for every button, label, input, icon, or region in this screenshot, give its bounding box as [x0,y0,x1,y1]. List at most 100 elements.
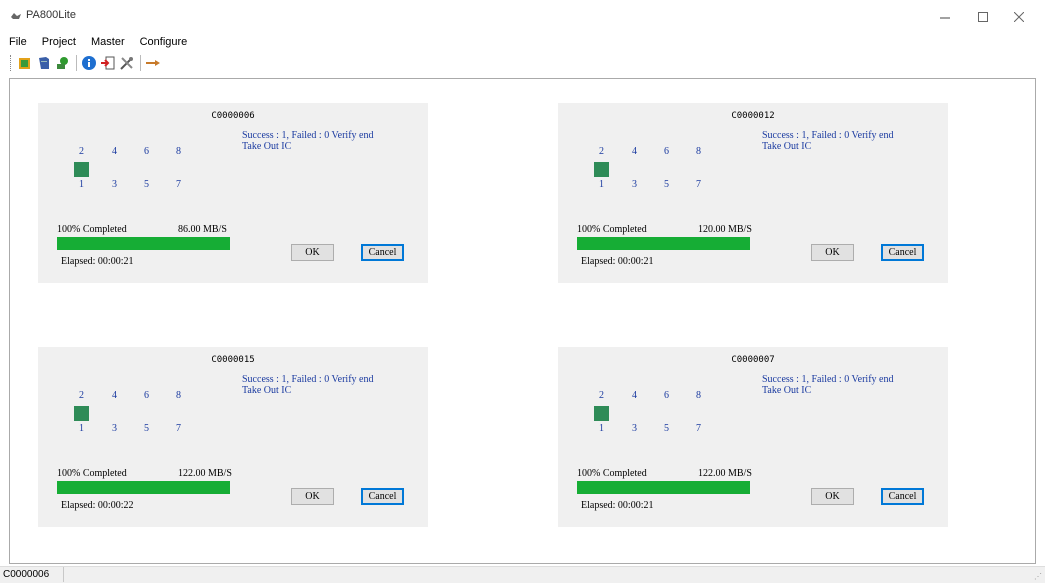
slot-indicator-active [74,162,89,177]
app-icon [11,13,21,19]
slot-label: 2 [79,146,84,157]
close-icon [1014,12,1024,22]
slot-label: 1 [79,423,84,434]
percent-label: 100% Completed [577,224,647,235]
pointer-button[interactable] [144,54,162,72]
ok-button[interactable]: OK [811,244,854,261]
cancel-button[interactable]: Cancel [361,244,404,261]
toolbar-separator [140,55,141,71]
progress-fill [57,481,230,494]
status-text: Success : 1, Failed : 0 Verify end Take … [762,374,893,396]
slot-label: 5 [144,179,149,190]
tools-button[interactable] [118,54,136,72]
slot-label: 4 [632,390,637,401]
menu-configure[interactable]: Configure [131,36,194,48]
result-line: Success : 1, Failed : 0 Verify end [762,130,894,141]
progress-fill [577,481,750,494]
toolbar-grip[interactable] [10,55,13,71]
progress-fill [57,237,230,250]
resize-grip-icon[interactable]: ⋰ [1034,572,1042,581]
status-bar-text: C0000006 [0,567,64,582]
result-line: Success : 1, Failed : 0 Verify end [242,374,374,385]
menu-project[interactable]: Project [33,36,82,48]
slot-label: 3 [632,179,637,190]
slot-label: 7 [696,423,701,434]
speed-label: 122.00 MB/S [178,468,232,479]
maximize-button[interactable] [966,6,1000,28]
progress-bar [57,237,230,250]
menu-bar: File Project Master Configure [0,32,1045,52]
slot-label: 7 [696,179,701,190]
slot-label: 7 [176,179,181,190]
elapsed-label: Elapsed: 00:00:21 [61,256,134,267]
result-line: Success : 1, Failed : 0 Verify end [762,374,894,385]
tools-icon [120,57,133,70]
progress-bar [57,481,230,494]
slot-label: 6 [144,146,149,157]
slot-label: 8 [176,146,181,157]
cancel-button[interactable]: Cancel [881,244,924,261]
exit-button[interactable] [99,54,117,72]
status-text: Success : 1, Failed : 0 Verify end Take … [242,130,373,152]
ok-button[interactable]: OK [811,488,854,505]
slot-label: 6 [664,390,669,401]
window-title: PA800Lite [26,9,76,21]
toolbar-separator [76,55,77,71]
slot-label: 6 [144,390,149,401]
speed-label: 122.00 MB/S [698,468,752,479]
instruction-line: Take Out IC [762,385,812,396]
progress-bar [577,481,750,494]
instruction-line: Take Out IC [762,141,812,152]
instruction-line: Take Out IC [242,141,292,152]
status-text: Success : 1, Failed : 0 Verify end Take … [242,374,373,396]
percent-label: 100% Completed [57,468,127,479]
speed-label: 86.00 MB/S [178,224,227,235]
cancel-button[interactable]: Cancel [881,488,924,505]
panel-title: C0000015 [211,355,255,365]
book-button[interactable] [35,54,53,72]
status-bar: C0000006 ⋰ [0,566,1045,583]
slot-label: 3 [112,423,117,434]
slot-label: 2 [599,146,604,157]
slot-label: 5 [664,179,669,190]
status-text: Success : 1, Failed : 0 Verify end Take … [762,130,893,152]
maximize-icon [978,12,988,22]
slot-label: 7 [176,423,181,434]
progress-bar [577,237,750,250]
progress-fill [577,237,750,250]
programmer-panel: C0000012 Success : 1, Failed : 0 Verify … [558,103,948,283]
workspace: C0000006 Success : 1, Failed : 0 Verify … [9,78,1036,564]
program-button[interactable] [54,54,72,72]
panel-title: C0000007 [731,355,775,365]
title-bar: PA800Lite [0,0,1045,32]
slot-label: 4 [112,146,117,157]
ok-button[interactable]: OK [291,488,334,505]
open-project-icon [19,58,30,69]
open-project-button[interactable] [16,54,34,72]
exit-icon [101,56,115,70]
slot-label: 6 [664,146,669,157]
result-line: Success : 1, Failed : 0 Verify end [242,130,374,141]
minimize-icon [940,17,950,19]
slot-label: 4 [632,146,637,157]
slot-indicator-active [74,406,89,421]
elapsed-label: Elapsed: 00:00:22 [61,500,134,511]
info-button[interactable] [80,54,98,72]
slot-label: 8 [176,390,181,401]
slot-indicator-active [594,162,609,177]
elapsed-label: Elapsed: 00:00:21 [581,256,654,267]
menu-file[interactable]: File [0,36,33,48]
slot-label: 2 [79,390,84,401]
programmer-panel: C0000006 Success : 1, Failed : 0 Verify … [38,103,428,283]
ok-button[interactable]: OK [291,244,334,261]
minimize-button[interactable] [928,6,962,28]
menu-master[interactable]: Master [82,36,131,48]
panel-title: C0000012 [731,111,775,121]
close-button[interactable] [1002,6,1036,28]
programmer-panel: C0000015 Success : 1, Failed : 0 Verify … [38,347,428,527]
elapsed-label: Elapsed: 00:00:21 [581,500,654,511]
slot-label: 2 [599,390,604,401]
book-icon [39,57,49,69]
cancel-button[interactable]: Cancel [361,488,404,505]
slot-indicator-active [594,406,609,421]
